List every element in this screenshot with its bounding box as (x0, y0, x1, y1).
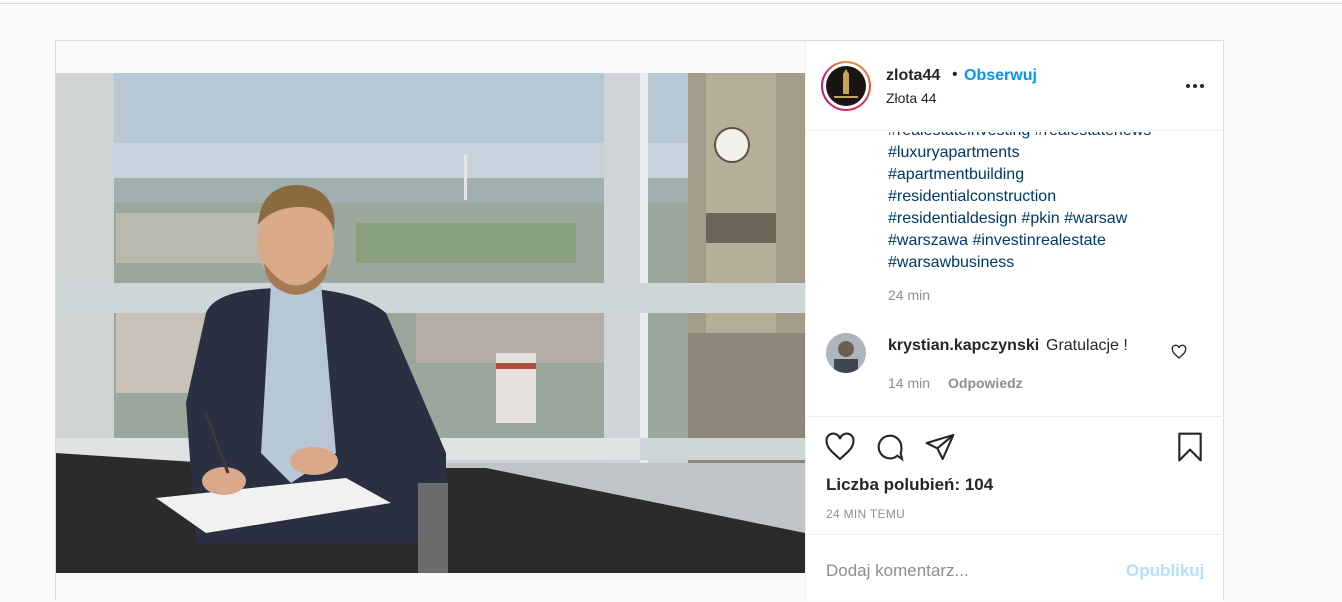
hashtag-line[interactable]: #residentialconstruction (888, 186, 1208, 208)
post-actions: Liczba polubień: 104 24 MIN TEMU (806, 416, 1224, 534)
hashtag-line[interactable]: #realestateinvesting #realestatenews (888, 132, 1208, 142)
comment-bubble-icon[interactable] (874, 431, 906, 463)
comment-timestamp: 14 min (888, 375, 931, 391)
caption-hashtags: #realestateinvesting #realestatenews #lu… (888, 132, 1208, 274)
add-comment-bar: Opublikuj (806, 534, 1224, 602)
hashtag-line[interactable]: #apartmentbuilding (888, 164, 1208, 186)
post-photo[interactable] (56, 73, 805, 573)
profile-avatar[interactable] (821, 61, 871, 111)
post-media (56, 41, 805, 601)
publish-button[interactable]: Opublikuj (1126, 561, 1204, 581)
post-location[interactable]: Złota 44 (886, 90, 937, 106)
zlota44-logo (826, 66, 866, 106)
hashtag-line[interactable]: #residentialdesign #pkin #warsaw (888, 208, 1208, 230)
like-heart-icon[interactable] (824, 431, 856, 463)
hashtag-line[interactable]: #warszawa #investinrealestate (888, 230, 1208, 252)
more-horizontal-icon[interactable] (1184, 77, 1206, 95)
post-sidebar: zlota44 • Obserwuj Złota 44 #realestatei… (805, 41, 1224, 602)
post-header: zlota44 • Obserwuj Złota 44 (806, 41, 1224, 131)
commenter-username[interactable]: krystian.kapczynski (888, 337, 1039, 355)
post-timestamp[interactable]: 24 MIN TEMU (826, 507, 905, 521)
caption-timestamp: 24 min (888, 287, 931, 303)
save-bookmark-icon[interactable] (1174, 431, 1206, 463)
hashtag-line[interactable]: #luxuryapartments (888, 142, 1208, 164)
follow-button[interactable]: Obserwuj (964, 67, 1037, 85)
hashtag-line[interactable]: #warsawbusiness (888, 252, 1208, 274)
separator-dot: • (952, 66, 958, 83)
comment-text: Gratulacje ! (1046, 337, 1128, 354)
comment-input[interactable] (826, 559, 1126, 583)
top-navigation-edge (0, 0, 1342, 4)
avatar-border (823, 63, 869, 109)
comment-like-icon[interactable] (1171, 344, 1187, 360)
post-card: zlota44 • Obserwuj Złota 44 #realestatei… (55, 40, 1224, 602)
reply-button[interactable]: Odpowiedz (948, 375, 1023, 391)
likes-count[interactable]: Liczba polubień: 104 (826, 475, 993, 495)
share-send-icon[interactable] (924, 431, 956, 463)
commenter-avatar[interactable] (826, 333, 866, 373)
comments-panel[interactable]: #realestateinvesting #realestatenews #lu… (806, 132, 1224, 416)
post-author-username[interactable]: zlota44 (886, 67, 940, 85)
